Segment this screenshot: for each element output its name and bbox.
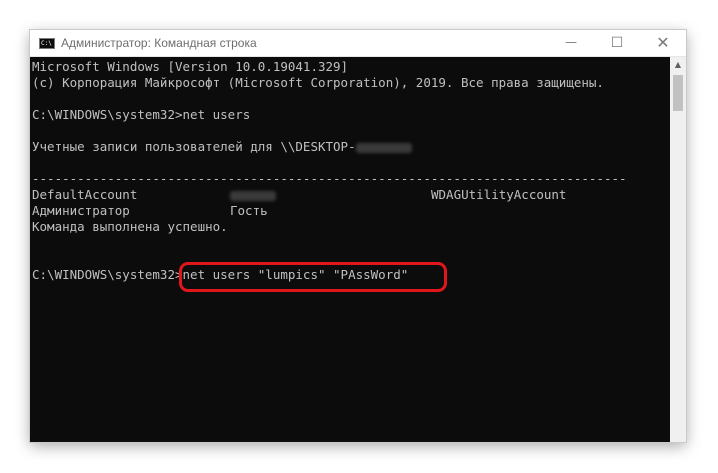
console-line-copyright: (с) Корпорация Майкрософт (Microsoft Cor… (32, 75, 604, 90)
scroll-up-arrow-icon[interactable]: ▲ (670, 57, 686, 73)
window-title: Администратор: Командная строка (61, 36, 257, 50)
console-line-accounts-header: Учетные записи пользователей для \\DESKT… (32, 139, 412, 155)
console-line-separator: ----------------------------------------… (32, 171, 627, 186)
maximize-button[interactable]: ☐ (594, 30, 640, 56)
highlight-annotation (179, 262, 447, 292)
vertical-scrollbar[interactable]: ▲ (670, 57, 686, 442)
minimize-button[interactable]: — (548, 30, 594, 56)
account-redacted (230, 187, 276, 203)
accounts-header-text: Учетные записи пользователей для \\DESKT… (32, 139, 356, 154)
console-line-version: Microsoft Windows [Version 10.0.19041.32… (32, 59, 349, 74)
account-admin: Администратор (32, 203, 130, 218)
cmd-icon-glyph: C:\ (41, 40, 52, 47)
redacted-hostname (355, 142, 412, 153)
account-guest: Гость (230, 203, 268, 218)
console-output[interactable]: Microsoft Windows [Version 10.0.19041.32… (30, 57, 670, 442)
command-prompt-window: C:\ Администратор: Командная строка — ☐ … (30, 30, 686, 442)
console-line-success: Команда выполнена успешно. (32, 219, 228, 234)
account-default: DefaultAccount (32, 187, 138, 202)
account-wdag: WDAGUtilityAccount (431, 187, 567, 202)
cmd-icon: C:\ (39, 38, 55, 49)
console-line-prompt-net-users: C:\WINDOWS\system32>net users (32, 107, 251, 122)
redacted-account (230, 190, 276, 201)
title-bar[interactable]: C:\ Администратор: Командная строка — ☐ … (30, 30, 686, 57)
close-button[interactable]: ✕ (640, 30, 686, 56)
scroll-thumb[interactable] (673, 75, 683, 111)
